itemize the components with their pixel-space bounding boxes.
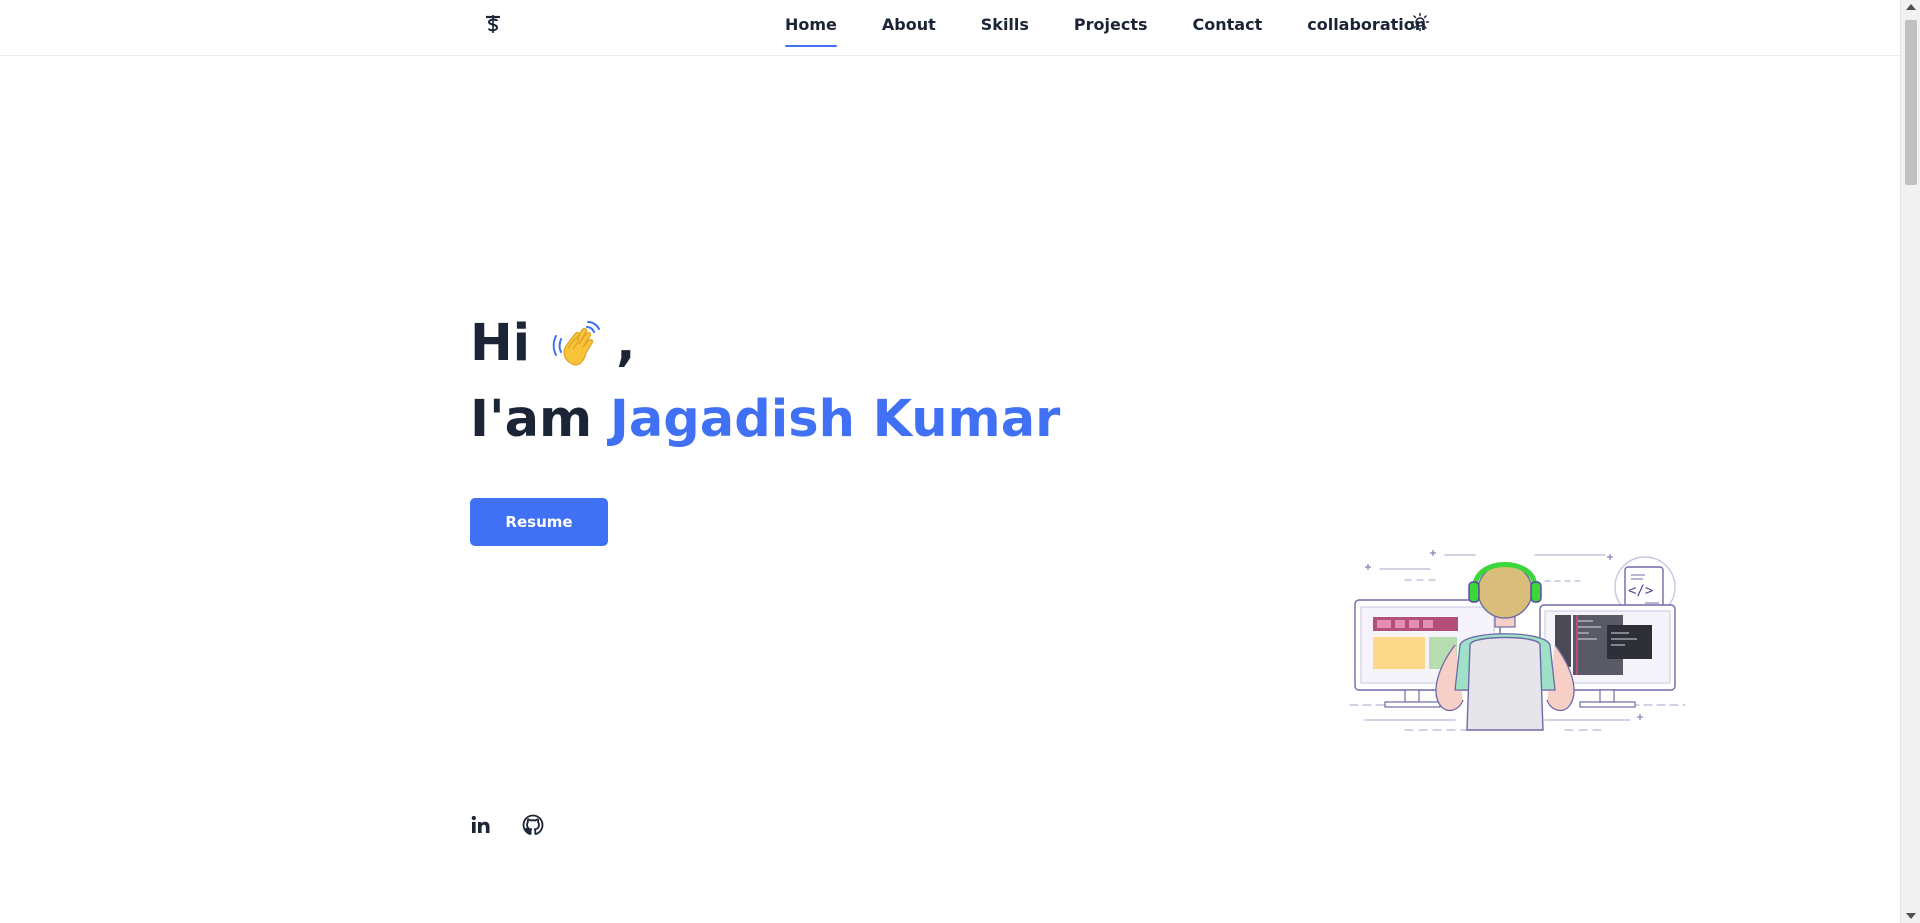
site-header: Home About Skills Projects Contact colla… — [0, 0, 1900, 56]
waving-hand-icon — [550, 316, 610, 372]
hero-section: Hi , I'am Jagadish Kumar Resume — [470, 308, 1060, 546]
intro-prefix: I'am — [470, 390, 610, 449]
scroll-up-icon[interactable] — [1906, 4, 1916, 10]
greeting-text: Hi — [470, 314, 531, 373]
vertical-scrollbar[interactable] — [1900, 0, 1920, 923]
svg-text:</>: </> — [1628, 583, 1653, 599]
nav-projects[interactable]: Projects — [1074, 0, 1148, 56]
logo-icon[interactable] — [484, 12, 502, 34]
main-nav: Home About Skills Projects Contact colla… — [785, 0, 1471, 56]
nav-contact[interactable]: Contact — [1193, 0, 1263, 56]
greeting-comma: , — [616, 314, 636, 373]
social-links — [470, 814, 544, 836]
nav-home[interactable]: Home — [785, 0, 837, 56]
author-name: Jagadish Kumar — [609, 390, 1061, 449]
developer-illustration: </> — [1345, 545, 1690, 735]
github-icon[interactable] — [522, 814, 544, 836]
page: Home About Skills Projects Contact colla… — [0, 0, 1900, 923]
nav-collaboration[interactable]: collaboration — [1307, 0, 1426, 56]
nav-skills[interactable]: Skills — [981, 0, 1029, 56]
resume-button[interactable]: Resume — [470, 498, 608, 546]
nav-about[interactable]: About — [882, 0, 936, 56]
scroll-thumb[interactable] — [1905, 20, 1917, 185]
scroll-down-icon[interactable] — [1906, 913, 1916, 919]
linkedin-icon[interactable] — [470, 814, 492, 836]
intro-heading: I'am Jagadish Kumar — [470, 380, 1060, 460]
sun-icon[interactable] — [1410, 12, 1430, 32]
greeting-heading: Hi , — [470, 308, 1060, 380]
